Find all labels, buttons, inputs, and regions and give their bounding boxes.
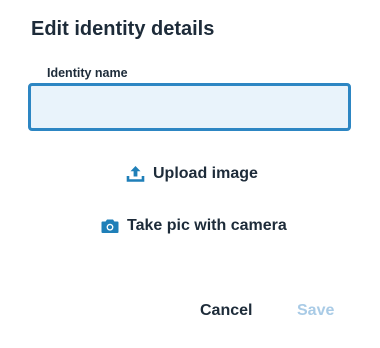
identity-name-label: Identity name (47, 66, 128, 80)
identity-name-input[interactable] (28, 83, 351, 131)
save-button[interactable]: Save (297, 302, 334, 320)
camera-icon (101, 218, 119, 234)
take-pic-button[interactable]: Take pic with camera (101, 217, 287, 235)
take-pic-label: Take pic with camera (127, 217, 287, 234)
cancel-button[interactable]: Cancel (200, 302, 252, 320)
dialog-title: Edit identity details (31, 18, 215, 40)
upload-image-button[interactable]: Upload image (126, 164, 258, 183)
upload-image-label: Upload image (153, 164, 258, 182)
upload-icon (126, 164, 145, 183)
